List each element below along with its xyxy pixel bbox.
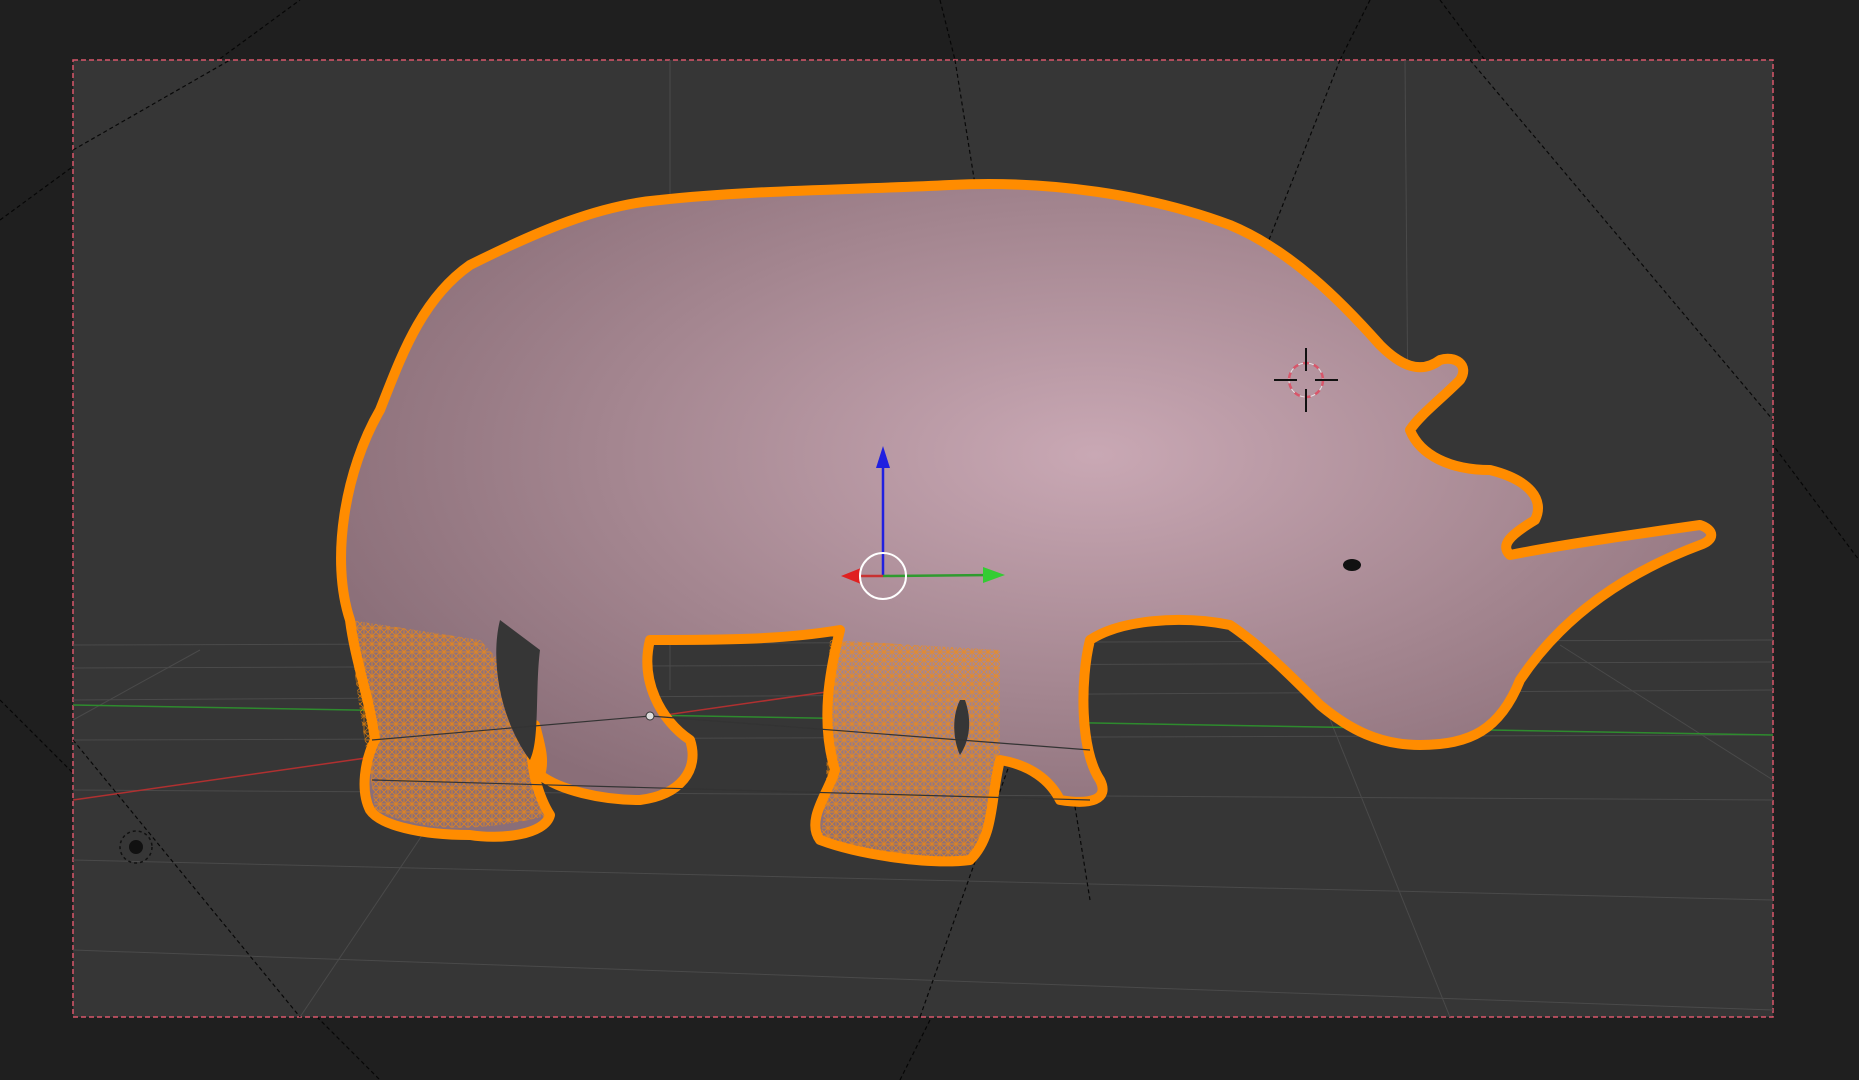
3d-viewport[interactable] [0,0,1859,1080]
rhino-eye [1343,559,1361,571]
vertex-point [645,711,655,721]
viewport-scene[interactable] [0,0,1859,1080]
